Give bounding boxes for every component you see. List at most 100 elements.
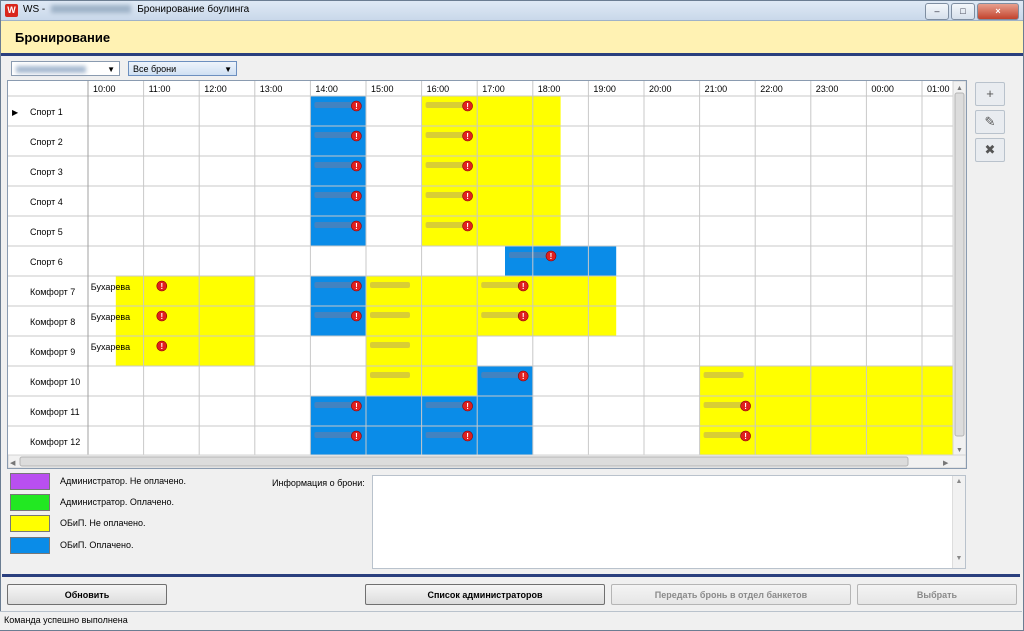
redacted-booking-name <box>314 132 355 138</box>
schedule-grid-svg: !!!!!!!!!!! Бухарева ! Бухарева ! Бухарева!!!… <box>8 81 966 468</box>
refresh-button[interactable]: Обновить <box>7 584 167 605</box>
info-scrollbar[interactable]: ▲ ▼ <box>952 476 965 568</box>
booking-name: Бухарева <box>91 282 130 292</box>
time-label: 18:00 <box>538 84 561 94</box>
time-label: 01:00 <box>927 84 950 94</box>
vertical-scroll-thumb[interactable] <box>954 92 965 437</box>
redacted-booking-name <box>370 372 410 378</box>
time-label: 19:00 <box>593 84 616 94</box>
time-label: 00:00 <box>871 84 894 94</box>
time-label: 15:00 <box>371 84 394 94</box>
footer-separator <box>2 574 1020 577</box>
time-label: 20:00 <box>649 84 672 94</box>
scroll-right-icon[interactable]: ▶ <box>943 460 949 467</box>
booking-block[interactable] <box>477 306 617 336</box>
scroll-up-icon[interactable]: ▲ <box>956 85 963 92</box>
alert-icon-mark: ! <box>550 252 553 261</box>
alert-icon-mark: ! <box>160 282 163 291</box>
horizontal-scroll-thumb[interactable] <box>19 456 909 467</box>
redacted-booking-name <box>314 312 355 318</box>
chevron-down-icon: ▼ <box>224 65 232 74</box>
scroll-left-icon[interactable]: ◀ <box>10 460 16 467</box>
booking-name: Бухарева <box>91 312 130 322</box>
delete-booking-button[interactable]: ✖ <box>975 138 1005 162</box>
schedule-grid[interactable]: !!!!!!!!!!! Бухарева! Бухарева! Бухарева!!!… <box>7 80 967 469</box>
redacted-booking-name <box>425 132 466 138</box>
booking-filter-value: Все брони <box>133 64 177 74</box>
scroll-down-icon[interactable]: ▼ <box>953 555 965 562</box>
chevron-down-icon: ▼ <box>107 65 115 74</box>
booking-block[interactable] <box>421 216 561 246</box>
alert-icon-mark: ! <box>466 192 469 201</box>
booking-block[interactable] <box>115 276 255 306</box>
alert-icon-mark: ! <box>355 132 358 141</box>
maximize-button[interactable]: □ <box>951 3 975 20</box>
redacted-booking-name <box>370 342 410 348</box>
time-label: 21:00 <box>705 84 728 94</box>
date-select[interactable]: ▼ <box>11 61 120 76</box>
redacted-text <box>51 5 132 14</box>
app-logo-icon: W <box>5 4 18 17</box>
redacted-date <box>16 66 86 74</box>
redacted-booking-name <box>509 252 549 258</box>
redacted-booking-name <box>425 402 466 408</box>
redacted-booking-name <box>481 312 522 318</box>
booking-block[interactable] <box>699 426 953 456</box>
admin-list-button[interactable]: Список администраторов <box>365 584 605 605</box>
redacted-booking-name <box>314 402 355 408</box>
alert-icon-mark: ! <box>466 162 469 171</box>
minimize-button[interactable]: – <box>925 3 949 20</box>
current-row-icon: ▶ <box>12 108 19 117</box>
select-button[interactable]: Выбрать <box>857 584 1017 605</box>
alert-icon-mark: ! <box>522 372 525 381</box>
edit-booking-button[interactable]: ✎ <box>975 110 1005 134</box>
alert-icon-mark: ! <box>355 432 358 441</box>
alert-icon-mark: ! <box>355 102 358 111</box>
close-button[interactable]: × <box>977 3 1019 20</box>
redacted-booking-name <box>314 162 355 168</box>
booking-block[interactable] <box>421 126 561 156</box>
legend-label: Администратор. Не оплачено. <box>60 476 187 486</box>
redacted-booking-name <box>425 192 466 198</box>
booking-block[interactable] <box>477 276 617 306</box>
time-label: 17:00 <box>482 84 505 94</box>
lane-label: Комфорт 8 <box>30 317 75 327</box>
booking-block[interactable] <box>699 396 953 426</box>
booking-block[interactable] <box>421 186 561 216</box>
app-name: WS - <box>23 4 46 15</box>
alert-icon-mark: ! <box>355 402 358 411</box>
lane-label: Спорт 4 <box>30 197 63 207</box>
page-header: Бронирование <box>1 21 1023 56</box>
lane-label: Спорт 2 <box>30 137 63 147</box>
booking-block[interactable] <box>421 156 561 186</box>
page-title: Бронирование <box>15 30 111 45</box>
booking-block[interactable] <box>699 366 953 396</box>
alert-icon-mark: ! <box>355 282 358 291</box>
transfer-to-banquet-button[interactable]: Передать бронь в отдел банкетов <box>611 584 851 605</box>
time-label: 10:00 <box>93 84 116 94</box>
alert-icon-mark: ! <box>355 162 358 171</box>
booking-block[interactable] <box>505 246 617 276</box>
redacted-booking-name <box>425 432 466 438</box>
alert-icon-mark: ! <box>466 402 469 411</box>
redacted-booking-name <box>314 282 355 288</box>
alert-icon-mark: ! <box>466 222 469 231</box>
add-booking-button[interactable]: + <box>975 82 1005 106</box>
booking-name: Бухарева <box>91 342 130 352</box>
redacted-booking-name <box>425 102 466 108</box>
booking-filter-select[interactable]: Все брони ▼ <box>128 61 237 76</box>
booking-block[interactable] <box>115 306 255 336</box>
alert-icon-mark: ! <box>744 402 747 411</box>
scroll-up-icon[interactable]: ▲ <box>953 478 965 485</box>
booking-block[interactable] <box>115 336 255 366</box>
booking-block[interactable] <box>421 96 561 126</box>
alert-icon-mark: ! <box>355 312 358 321</box>
window-title-text: Бронирование боулинга <box>137 4 250 15</box>
window-title: WS - Бронирование боулинга <box>23 4 249 15</box>
alert-icon-mark: ! <box>522 282 525 291</box>
redacted-booking-name <box>425 222 466 228</box>
legend-swatch <box>10 494 50 511</box>
scroll-down-icon[interactable]: ▼ <box>956 447 963 454</box>
booking-info-box[interactable]: ▲ ▼ <box>372 475 966 569</box>
time-label: 22:00 <box>760 84 783 94</box>
